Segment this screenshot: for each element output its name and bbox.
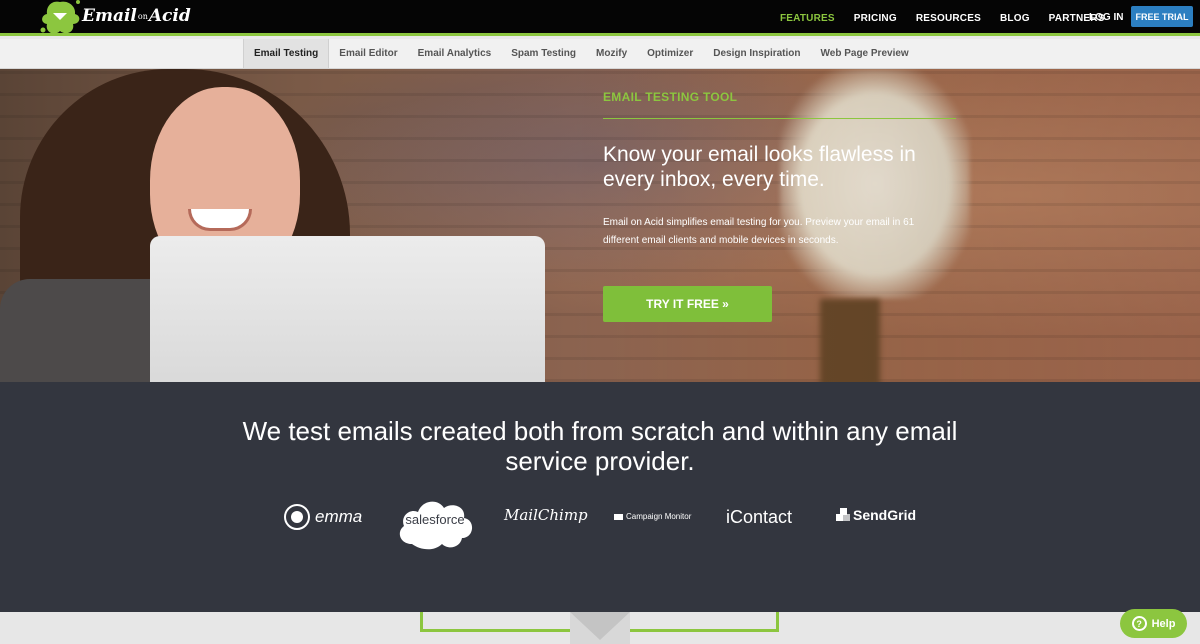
envelope-icon [570, 612, 630, 644]
acid-splat-icon [40, 0, 80, 34]
subnav-mozify[interactable]: Mozify [586, 39, 637, 68]
providers-heading: We test emails created both from scratch… [242, 416, 958, 476]
hero-divider [603, 118, 956, 119]
providers-section: We test emails created both from scratch… [0, 382, 1200, 612]
nav-features[interactable]: FEATURES [780, 13, 835, 24]
nav-blog[interactable]: BLOG [1000, 13, 1030, 24]
subnav-email-editor[interactable]: Email Editor [329, 39, 407, 68]
hero-eyebrow: EMAIL TESTING TOOL [603, 90, 738, 104]
free-trial-button[interactable]: FREE TRIAL [1131, 6, 1193, 27]
emma-logo: emma [284, 504, 362, 530]
subnav-web-page-preview[interactable]: Web Page Preview [811, 39, 919, 68]
subnav-email-analytics[interactable]: Email Analytics [408, 39, 502, 68]
campaign-monitor-icon [614, 513, 623, 520]
nav-resources[interactable]: RESOURCES [916, 13, 981, 24]
sendgrid-logo: SendGrid [836, 507, 916, 523]
subnav-email-testing[interactable]: Email Testing [243, 39, 330, 68]
main-nav: FEATURES PRICING RESOURCES BLOG PARTNERS [780, 0, 1124, 36]
top-navigation: EmailonAcid FEATURES PRICING RESOURCES B… [0, 0, 1200, 36]
try-it-free-button[interactable]: TRY IT FREE » [603, 286, 772, 322]
subnav-spam-testing[interactable]: Spam Testing [501, 39, 586, 68]
nav-pricing[interactable]: PRICING [854, 13, 897, 24]
provider-logos: emma salesforce MailChimp Campaign Monit… [0, 490, 1200, 560]
site-logo[interactable]: EmailonAcid [34, 0, 191, 36]
sendgrid-icon [836, 508, 850, 522]
salesforce-logo: salesforce [405, 512, 465, 527]
campaign-monitor-logo: Campaign Monitor [614, 512, 691, 521]
next-section-preview [0, 612, 1200, 644]
hero-headline: Know your email looks flawless in every … [603, 143, 916, 191]
help-button[interactable]: ? Help [1120, 609, 1187, 638]
logo-wordmark: EmailonAcid [82, 6, 191, 26]
icontact-logo: iContact [726, 507, 793, 527]
question-icon: ? [1131, 616, 1147, 631]
hero-description: Email on Acid simplifies email testing f… [603, 217, 915, 246]
subnav-optimizer[interactable]: Optimizer [637, 39, 703, 68]
mailchimp-logo: MailChimp [504, 506, 588, 524]
help-label: Help [1151, 617, 1176, 630]
sub-navigation: Email Testing Email Editor Email Analyti… [0, 39, 1200, 69]
hero-laptop [150, 236, 545, 382]
hero-section: EMAIL TESTING TOOL Know your email looks… [0, 69, 1200, 382]
login-link[interactable]: LOG IN [1089, 12, 1123, 23]
emma-badge-icon [284, 504, 310, 530]
subnav-design-inspiration[interactable]: Design Inspiration [703, 39, 810, 68]
